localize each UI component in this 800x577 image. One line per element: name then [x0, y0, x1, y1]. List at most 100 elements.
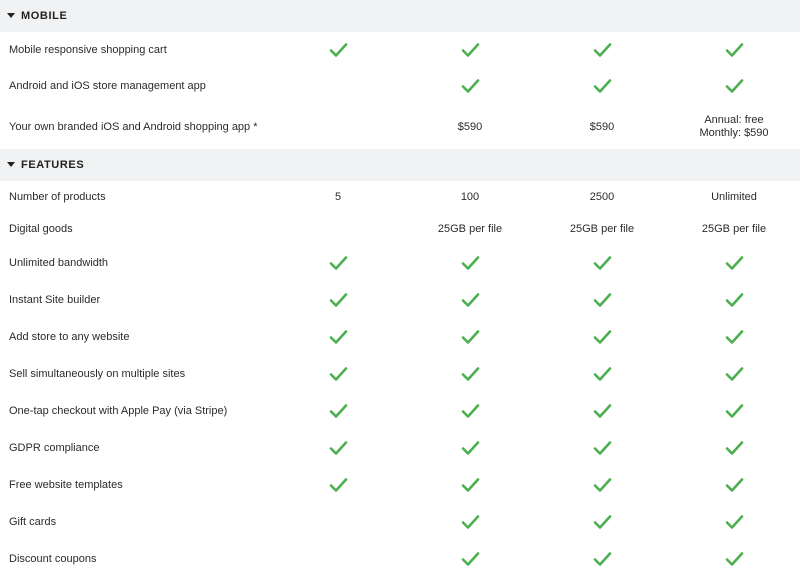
- feature-label: One-tap checkout with Apple Pay (via Str…: [9, 404, 228, 417]
- check-icon: [725, 551, 743, 566]
- cell-text: $590: [589, 120, 615, 133]
- table-row: Unlimited bandwidth: [0, 245, 800, 281]
- plan-cell: [669, 440, 799, 456]
- plan-cell: [669, 255, 799, 271]
- plan-cell: [669, 403, 799, 419]
- check-icon: [725, 329, 743, 344]
- plan-cell: [405, 42, 535, 58]
- plan-cell: [537, 42, 667, 58]
- plan-cell: [405, 255, 535, 271]
- check-icon: [461, 292, 479, 307]
- check-icon: [725, 79, 743, 93]
- plan-cell: [273, 329, 403, 345]
- plan-cell: Unlimited: [669, 191, 799, 204]
- check-icon: [593, 440, 611, 455]
- plan-cell: [669, 292, 799, 308]
- check-icon: [461, 329, 479, 344]
- feature-label: Digital goods: [9, 223, 73, 235]
- plan-cell: Annual: free Monthly: $590: [669, 114, 799, 140]
- plan-comparison-table: MOBILE Mobile responsive shopping cart A…: [0, 0, 800, 577]
- check-icon: [461, 477, 479, 492]
- check-icon: [725, 366, 743, 381]
- feature-label: Sell simultaneously on multiple sites: [9, 367, 186, 380]
- section-title: FEATURES: [21, 159, 85, 171]
- caret-down-icon: [7, 13, 15, 18]
- check-icon: [593, 403, 611, 418]
- plan-cell: [537, 366, 667, 382]
- table-row: GDPR compliance: [0, 429, 800, 466]
- plan-cell: [669, 477, 799, 493]
- check-icon: [593, 514, 611, 529]
- plan-cell: [273, 255, 403, 271]
- table-row: One-tap checkout with Apple Pay (via Str…: [0, 392, 800, 429]
- check-icon: [461, 42, 479, 57]
- plan-cell: [273, 477, 403, 493]
- plan-cell: [405, 78, 535, 94]
- plan-cell: [273, 440, 403, 456]
- plan-cell: [405, 551, 535, 567]
- feature-label: Instant Site builder: [9, 293, 101, 306]
- check-icon: [593, 256, 611, 270]
- check-icon: [725, 292, 743, 307]
- check-icon: [725, 42, 743, 57]
- section-header-mobile[interactable]: MOBILE: [0, 0, 800, 32]
- cell-text: Unlimited: [711, 190, 757, 203]
- check-icon: [593, 42, 611, 57]
- plan-cell: [405, 403, 535, 419]
- plan-cell: [537, 514, 667, 530]
- plan-cell: $590: [405, 121, 535, 134]
- table-row: Add store to any website: [0, 318, 800, 355]
- check-icon: [329, 440, 347, 455]
- cell-text: 25GB per file: [701, 222, 767, 235]
- check-icon: [725, 514, 743, 529]
- plan-cell: [273, 403, 403, 419]
- plan-cell: $590: [537, 121, 667, 134]
- check-icon: [593, 292, 611, 307]
- cell-text: Monthly: $590: [699, 127, 769, 139]
- table-row: Mobile responsive shopping cart: [0, 32, 800, 67]
- cell-text: $590: [457, 120, 483, 133]
- feature-label: Free website templates: [9, 478, 123, 491]
- check-icon: [329, 366, 347, 381]
- plan-cell: [669, 514, 799, 530]
- plan-cell: [537, 477, 667, 493]
- cell-text: Annual: free: [704, 114, 764, 126]
- check-icon: [329, 403, 347, 418]
- plan-cell: [273, 292, 403, 308]
- check-icon: [461, 440, 479, 455]
- plan-cell: [405, 477, 535, 493]
- check-icon: [329, 477, 347, 492]
- plan-cell: [405, 292, 535, 308]
- feature-label: GDPR compliance: [9, 441, 100, 454]
- feature-label: Mobile responsive shopping cart: [9, 43, 167, 56]
- feature-label: Add store to any website: [9, 330, 130, 343]
- check-icon: [725, 440, 743, 455]
- plan-cell: 25GB per file: [537, 223, 667, 236]
- plan-cell: [405, 514, 535, 530]
- plan-cell: [537, 403, 667, 419]
- cell-text: 5: [334, 190, 342, 203]
- cell-text: 25GB per file: [569, 222, 635, 235]
- plan-cell: 100: [405, 191, 535, 204]
- plan-cell: [669, 42, 799, 58]
- plan-cell: [405, 440, 535, 456]
- check-icon: [593, 366, 611, 381]
- plan-cell: 25GB per file: [405, 223, 535, 236]
- plan-cell: [669, 366, 799, 382]
- table-row: Gift cards: [0, 503, 800, 540]
- plan-cell: [537, 292, 667, 308]
- plan-cell: [669, 551, 799, 567]
- plan-cell: 2500: [537, 191, 667, 204]
- cell-text: 25GB per file: [437, 222, 503, 235]
- plan-cell: 25GB per file: [669, 223, 799, 236]
- check-icon: [593, 477, 611, 492]
- check-icon: [461, 79, 479, 93]
- check-icon: [329, 329, 347, 344]
- section-header-features[interactable]: FEATURES: [0, 149, 800, 181]
- plan-cell: [669, 329, 799, 345]
- section-title: MOBILE: [21, 10, 68, 22]
- feature-label: Number of products: [9, 191, 106, 203]
- plan-cell: [537, 78, 667, 94]
- cell-text: 2500: [589, 190, 615, 203]
- check-icon: [329, 42, 347, 57]
